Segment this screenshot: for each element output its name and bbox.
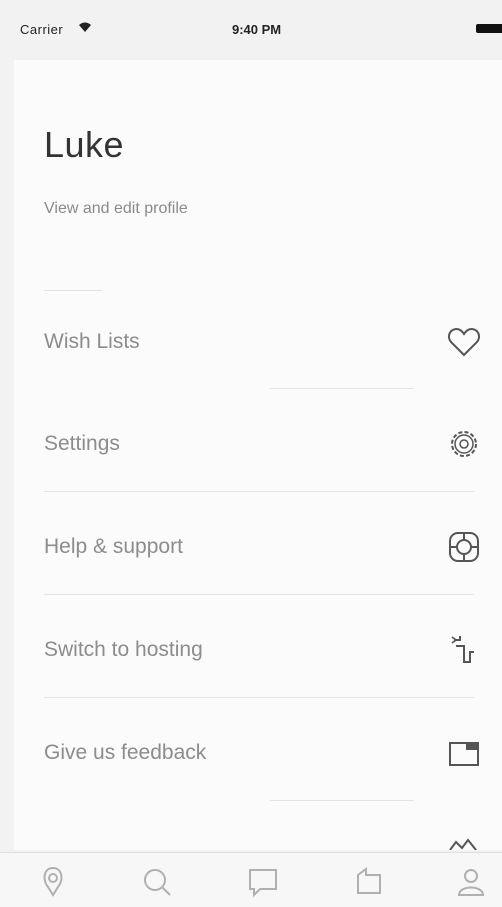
tab-bar bbox=[0, 852, 502, 907]
menu-item-switch-hosting[interactable]: Switch to hosting bbox=[14, 610, 502, 690]
feedback-icon bbox=[449, 742, 479, 766]
gear-icon bbox=[451, 431, 477, 457]
menu-item-settings[interactable]: Settings bbox=[14, 404, 502, 484]
more-icon bbox=[449, 838, 477, 850]
status-carrier: Carrier bbox=[20, 22, 64, 37]
profile-name: Luke bbox=[44, 124, 125, 165]
menu-item-label: Settings bbox=[44, 432, 120, 455]
menu-item-label: Help & support bbox=[44, 535, 183, 558]
menu-item-label: Switch to hosting bbox=[44, 638, 203, 661]
menu-item-feedback[interactable]: Give us feedback bbox=[14, 713, 502, 793]
profile-icon[interactable] bbox=[454, 865, 488, 899]
view-profile-link[interactable]: View and edit profile bbox=[44, 200, 188, 218]
menu-item-partial[interactable] bbox=[14, 816, 502, 850]
wifi-icon bbox=[79, 22, 91, 32]
menu-divider bbox=[270, 388, 414, 389]
menu-item-label: Wish Lists bbox=[44, 330, 140, 353]
search-icon[interactable] bbox=[140, 865, 174, 899]
lifebuoy-icon bbox=[449, 532, 479, 562]
menu-divider bbox=[44, 594, 474, 595]
menu-divider bbox=[44, 491, 474, 492]
trips-icon[interactable] bbox=[352, 865, 386, 899]
switch-hosting-icon bbox=[451, 636, 474, 663]
menu-item-wish-lists[interactable]: Wish Lists bbox=[14, 302, 502, 382]
profile-screen: Carrier 9:40 PM Luke View and edit profi… bbox=[0, 0, 502, 907]
messages-icon[interactable] bbox=[246, 865, 280, 899]
heart-icon bbox=[447, 327, 481, 357]
profile-divider bbox=[44, 290, 102, 291]
menu-divider bbox=[270, 800, 414, 801]
menu-item-help-support[interactable]: Help & support bbox=[14, 507, 502, 587]
battery-icon bbox=[476, 24, 502, 33]
status-bar: Carrier 9:40 PM bbox=[0, 0, 502, 60]
home-icon[interactable] bbox=[36, 865, 70, 899]
menu-divider bbox=[44, 697, 474, 698]
menu-item-label: Give us feedback bbox=[44, 741, 207, 764]
status-time: 9:40 PM bbox=[232, 22, 282, 37]
